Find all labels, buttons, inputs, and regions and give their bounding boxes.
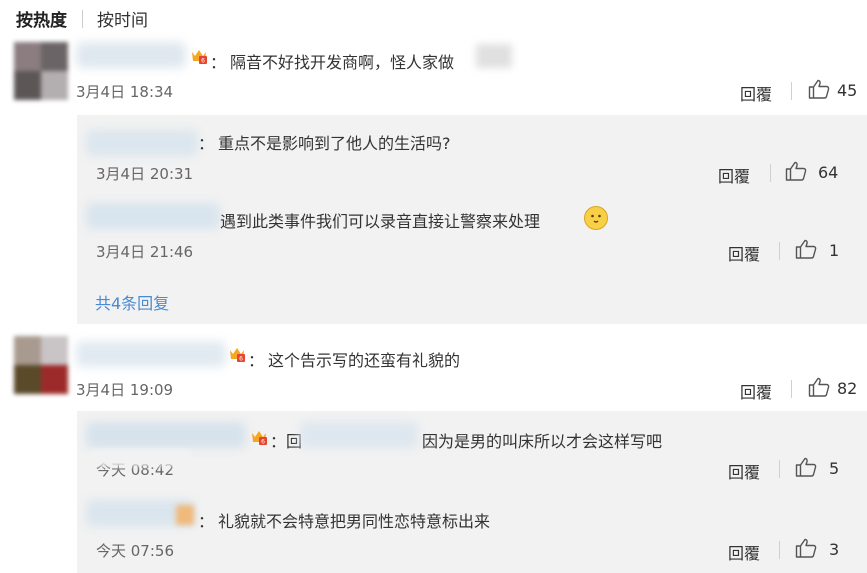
avatar[interactable] bbox=[14, 42, 68, 100]
dog-face-emoji-icon bbox=[584, 206, 608, 230]
text-blur bbox=[476, 44, 512, 68]
sort-tabs: 按热度 按时间 bbox=[16, 6, 148, 31]
username-blurred[interactable] bbox=[76, 341, 226, 367]
like-count: 45 bbox=[837, 81, 858, 100]
tab-sort-by-time[interactable]: 按时间 bbox=[97, 6, 148, 31]
like-thumb-icon[interactable] bbox=[808, 79, 830, 99]
like-count: 64 bbox=[818, 163, 839, 182]
reply-text: 遇到此类事件我们可以录音直接让警察来处理 bbox=[220, 212, 541, 231]
divider bbox=[791, 380, 792, 398]
like-thumb-icon[interactable] bbox=[795, 239, 817, 259]
view-all-replies-link[interactable]: 共4条回复 bbox=[95, 290, 169, 314]
reply-button[interactable]: 回覆 bbox=[728, 241, 760, 265]
reply-text: 重点不是影响到了他人的生活吗? bbox=[218, 134, 451, 153]
mention-blurred[interactable] bbox=[300, 422, 418, 448]
reply-button[interactable]: 回覆 bbox=[740, 81, 772, 105]
comment-time: 3月4日 18:34 bbox=[76, 83, 174, 101]
reply-time: 3月4日 21:46 bbox=[96, 243, 194, 261]
divider bbox=[770, 164, 771, 182]
colon: ： bbox=[270, 432, 287, 451]
comment-time: 3月4日 19:09 bbox=[76, 381, 174, 399]
divider bbox=[779, 242, 780, 260]
colon: ： bbox=[210, 53, 227, 72]
like-thumb-icon[interactable] bbox=[785, 161, 807, 181]
vip-badge-icon: 6 bbox=[192, 50, 207, 65]
colon: ： bbox=[248, 351, 265, 370]
avatar[interactable] bbox=[14, 336, 68, 394]
colon: ： bbox=[198, 512, 215, 531]
svg-text:6: 6 bbox=[239, 356, 243, 363]
svg-text:6: 6 bbox=[261, 439, 265, 446]
reply-time: 3月4日 20:31 bbox=[96, 165, 194, 183]
time-overlap-blur bbox=[90, 450, 190, 466]
username-blurred[interactable] bbox=[86, 203, 220, 229]
reply-button[interactable]: 回覆 bbox=[728, 459, 760, 483]
like-count: 1 bbox=[829, 241, 840, 260]
tab-separator bbox=[82, 9, 83, 28]
comment-text: 隔音不好找开发商啊，怪人家做 bbox=[230, 53, 455, 72]
reply-time: 今天 07:56 bbox=[96, 542, 174, 560]
username-blurred[interactable] bbox=[76, 42, 186, 68]
vip-badge-icon: 6 bbox=[230, 348, 245, 363]
tab-sort-by-hot[interactable]: 按热度 bbox=[16, 6, 67, 31]
reply-button[interactable]: 回覆 bbox=[728, 540, 760, 564]
divider bbox=[779, 541, 780, 559]
vip-badge-icon: 6 bbox=[252, 431, 267, 446]
like-thumb-icon[interactable] bbox=[795, 457, 817, 477]
like-thumb-icon[interactable] bbox=[795, 538, 817, 558]
like-thumb-icon[interactable] bbox=[808, 377, 830, 397]
avatar-peek-blur bbox=[176, 505, 194, 525]
reply-button[interactable]: 回覆 bbox=[718, 163, 750, 187]
reply-text: 因为是男的叫床所以才会这样写吧 bbox=[422, 432, 663, 451]
like-count: 82 bbox=[837, 379, 858, 398]
svg-text:6: 6 bbox=[201, 58, 205, 65]
divider bbox=[779, 460, 780, 478]
like-count: 3 bbox=[829, 540, 840, 559]
username-blurred[interactable] bbox=[86, 422, 246, 448]
reply-button[interactable]: 回覆 bbox=[740, 379, 772, 403]
reply-text: 礼貌就不会特意把男同性恋特意标出来 bbox=[218, 512, 491, 531]
colon: ： bbox=[198, 134, 215, 153]
comment-text: 这个告示写的还蛮有礼貌的 bbox=[268, 351, 461, 370]
like-count: 5 bbox=[829, 459, 840, 478]
divider bbox=[791, 82, 792, 100]
username-blurred[interactable] bbox=[86, 130, 198, 156]
